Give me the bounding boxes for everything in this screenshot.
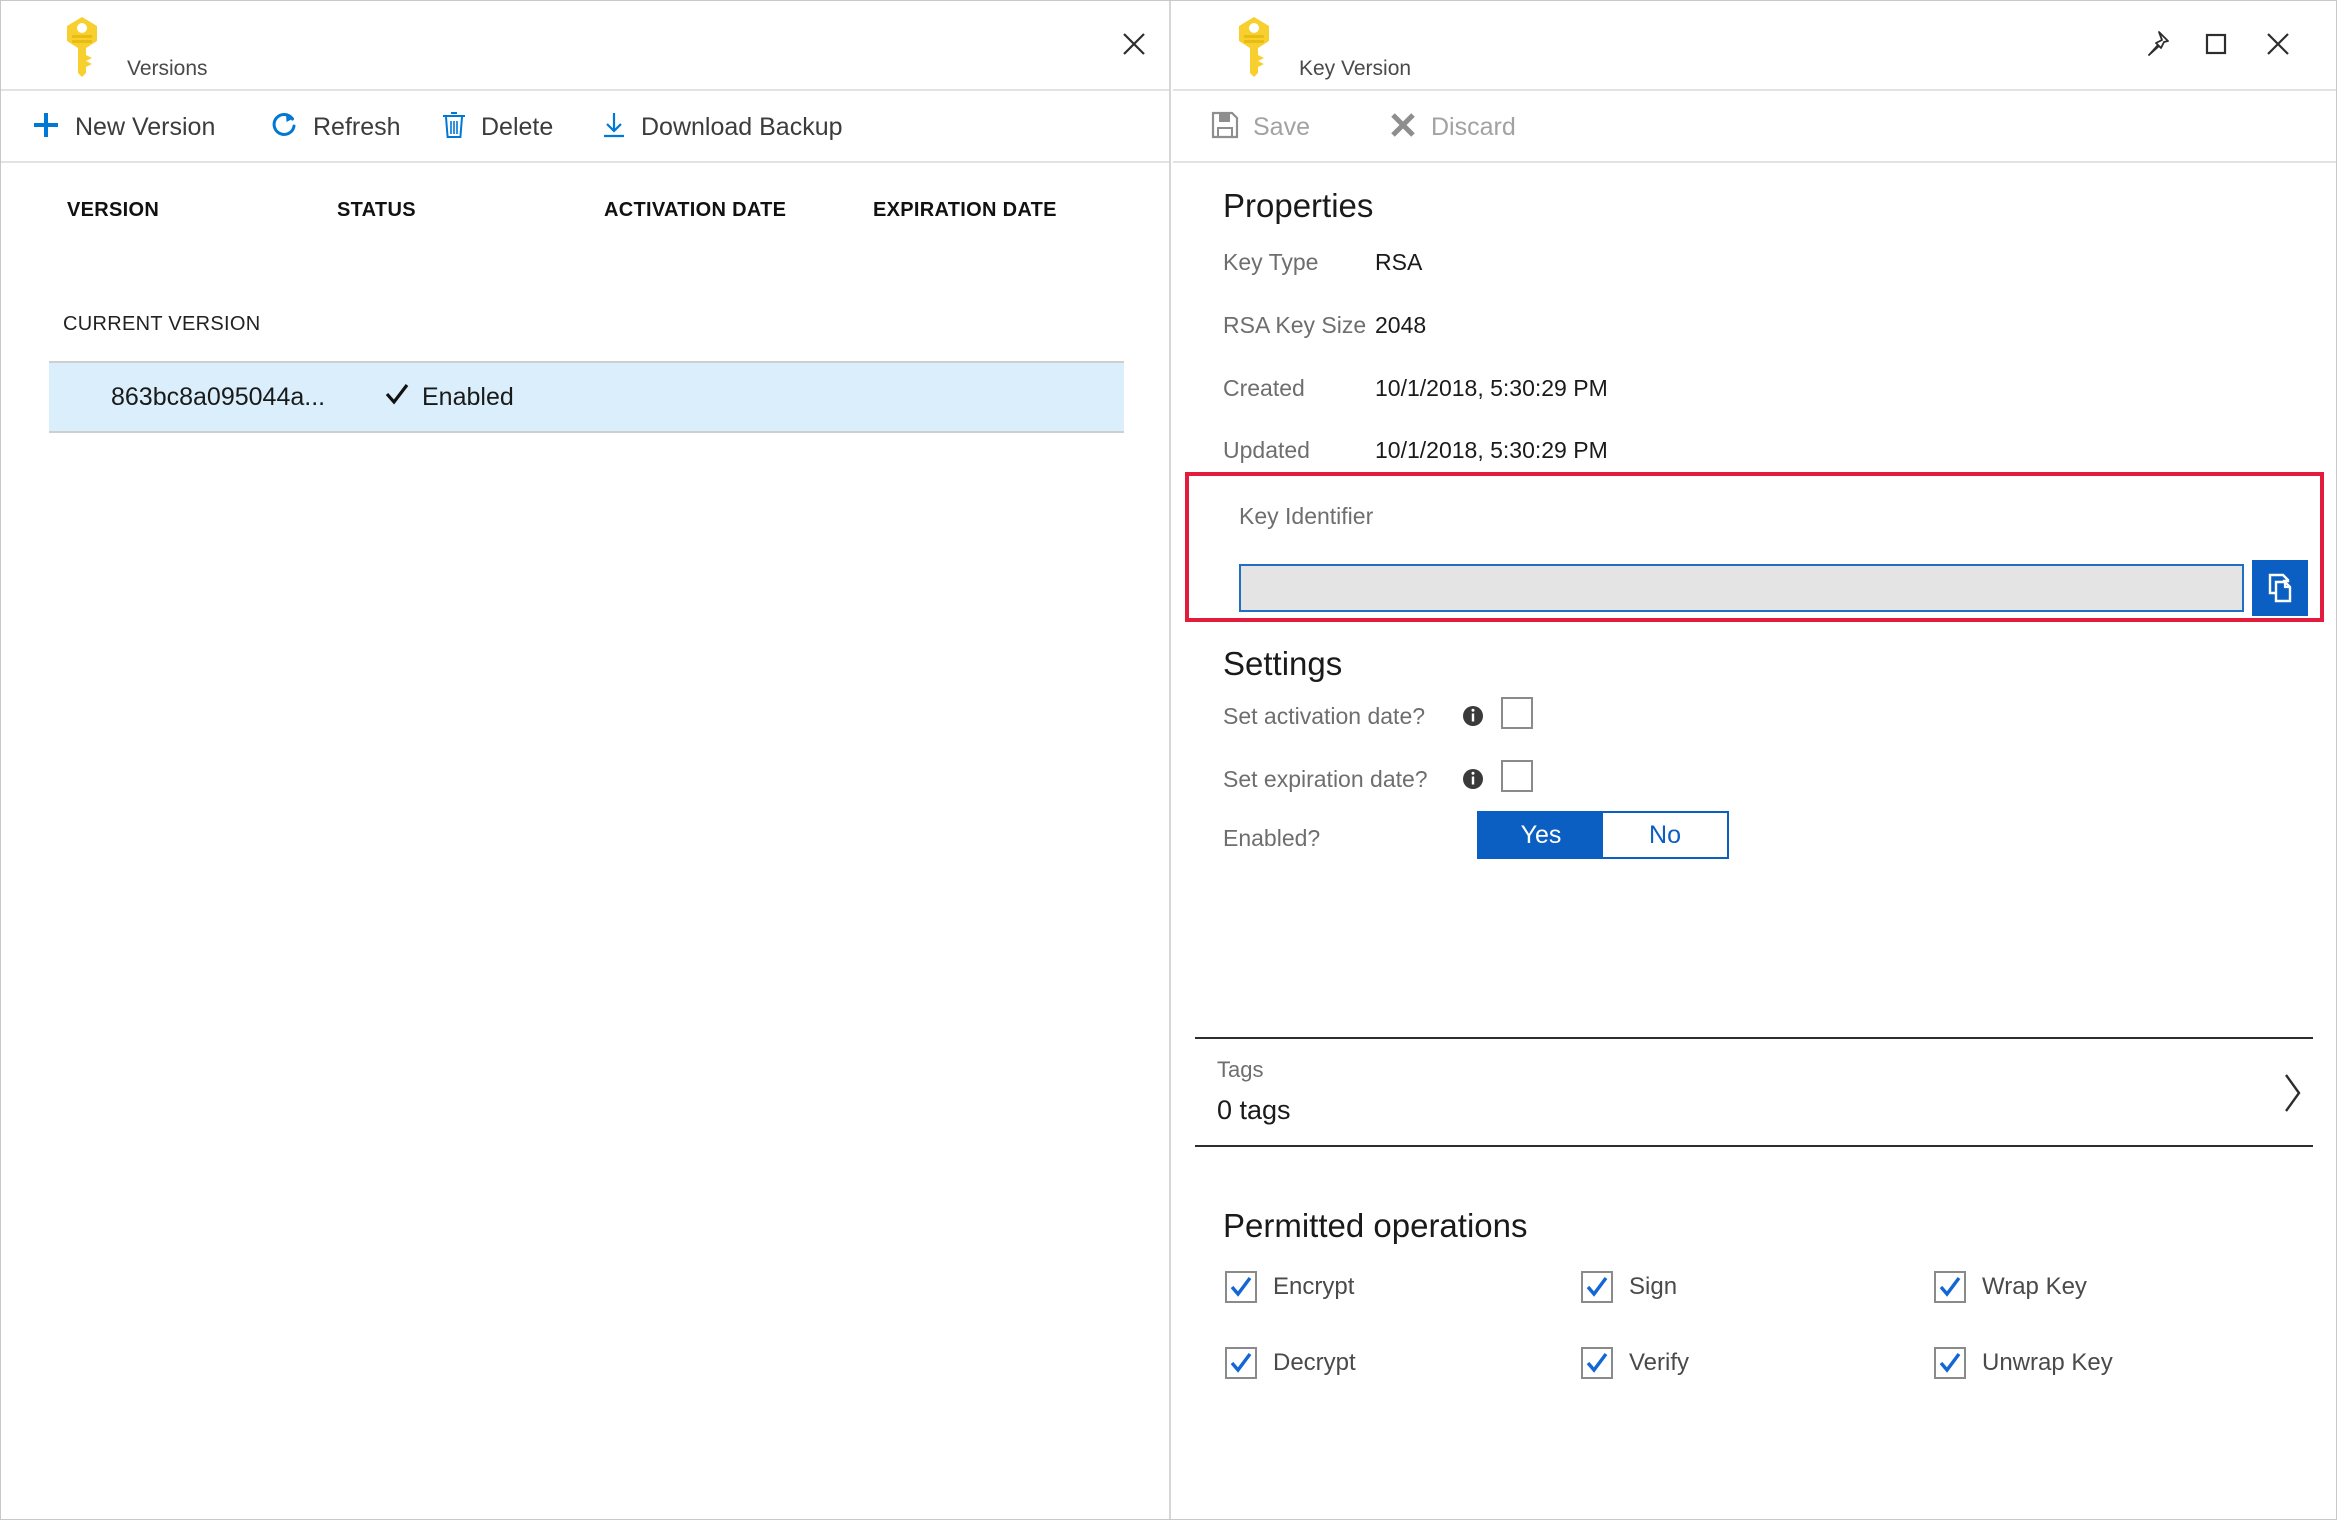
unwrap-key-label: Unwrap Key (1982, 1349, 2113, 1376)
azure-key-vault-screen: Versions New Version Refresh Delete Down… (0, 0, 2337, 1520)
set-expiration-date-label: Set expiration date? (1223, 766, 1428, 792)
created-label: Created (1223, 375, 1305, 401)
wrap-key-label: Wrap Key (1982, 1273, 2087, 1300)
save-button[interactable]: Save (1211, 105, 1310, 149)
decrypt-checkbox[interactable] (1225, 1347, 1257, 1379)
key-type-label: Key Type (1223, 249, 1319, 275)
permitted-op-wrap-key[interactable]: Wrap Key (1934, 1271, 2087, 1303)
key-icon (1231, 15, 1277, 84)
pin-icon[interactable] (2135, 23, 2177, 65)
copy-icon[interactable] (2252, 560, 2308, 616)
rsa-key-size-value: 2048 (1375, 312, 1427, 338)
enabled-toggle-no[interactable]: No (1603, 813, 1727, 857)
permitted-operations-heading: Permitted operations (1223, 1207, 1528, 1244)
plus-icon (31, 110, 61, 145)
versions-blade-title: Versions (127, 57, 208, 80)
versions-toolbar: New Version Refresh Delete Download Back… (1, 91, 1169, 163)
key-identifier-label: Key Identifier (1239, 503, 1374, 529)
encrypt-checkbox[interactable] (1225, 1271, 1257, 1303)
refresh-button[interactable]: Refresh (269, 105, 401, 149)
column-header-status[interactable]: STATUS (337, 199, 416, 222)
new-version-label: New Version (75, 112, 216, 141)
refresh-icon (269, 110, 299, 145)
delete-button[interactable]: Delete (441, 105, 553, 149)
tags-value: 0 tags (1217, 1095, 1291, 1125)
wrap-key-checkbox[interactable] (1934, 1271, 1966, 1303)
save-label: Save (1253, 112, 1310, 141)
permitted-op-sign[interactable]: Sign (1581, 1271, 1677, 1303)
check-icon (384, 381, 410, 414)
sign-checkbox[interactable] (1581, 1271, 1613, 1303)
key-type-value: RSA (1375, 249, 1423, 275)
versions-blade: Versions New Version Refresh Delete Down… (1, 1, 1171, 1519)
discard-icon (1389, 111, 1417, 144)
info-icon[interactable] (1461, 704, 1483, 726)
unwrap-key-checkbox[interactable] (1934, 1347, 1966, 1379)
row-version-value: 863bc8a095044a... (111, 382, 326, 411)
permitted-op-encrypt[interactable]: Encrypt (1225, 1271, 1354, 1303)
enabled-toggle[interactable]: Yes No (1477, 811, 1729, 859)
enabled-toggle-yes[interactable]: Yes (1479, 813, 1603, 857)
row-status-label: Enabled (422, 382, 514, 411)
table-row[interactable]: 863bc8a095044a... Enabled (49, 361, 1124, 433)
key-identifier-highlight-box: Key Identifier (1185, 472, 2324, 622)
trash-icon (441, 110, 467, 145)
encrypt-label: Encrypt (1273, 1273, 1355, 1300)
delete-label: Delete (481, 112, 554, 141)
row-status-cell: Enabled (384, 381, 514, 414)
tags-row[interactable]: Tags 0 tags (1195, 1045, 2313, 1141)
column-header-version[interactable]: VERSION (67, 199, 159, 222)
key-version-blade-title: Key Version (1299, 57, 1412, 80)
key-version-blade: Key Version Save Discard Properties Key … (1173, 1, 2336, 1519)
chevron-right-icon[interactable] (2279, 1071, 2305, 1120)
versions-blade-header: Versions (1, 1, 1169, 91)
save-icon (1211, 111, 1239, 144)
discard-button[interactable]: Discard (1389, 105, 1516, 149)
download-icon (601, 110, 627, 145)
column-header-expiration-date[interactable]: EXPIRATION DATE (873, 199, 1057, 222)
verify-label: Verify (1629, 1349, 1690, 1376)
versions-table-header: VERSION STATUS ACTIVATION DATE EXPIRATIO… (1, 199, 1169, 239)
rsa-key-size-label: RSA Key Size (1223, 312, 1367, 338)
column-header-activation-date[interactable]: ACTIVATION DATE (604, 199, 786, 222)
close-icon[interactable] (1113, 23, 1155, 65)
verify-checkbox[interactable] (1581, 1347, 1613, 1379)
key-version-blade-header: Key Version (1173, 1, 2336, 91)
key-identifier-input[interactable] (1239, 564, 2244, 612)
tags-divider-bottom (1195, 1145, 2313, 1147)
permitted-op-unwrap-key[interactable]: Unwrap Key (1934, 1347, 2113, 1379)
settings-heading: Settings (1223, 645, 1343, 682)
enabled-label: Enabled? (1223, 825, 1321, 851)
updated-value: 10/1/2018, 5:30:29 PM (1375, 437, 1608, 463)
tags-divider-top (1195, 1037, 2313, 1039)
decrypt-label: Decrypt (1273, 1349, 1356, 1376)
new-version-button[interactable]: New Version (31, 105, 215, 149)
set-expiration-date-checkbox[interactable] (1501, 760, 1533, 792)
permitted-op-verify[interactable]: Verify (1581, 1347, 1689, 1379)
info-icon[interactable] (1461, 767, 1483, 789)
key-version-content: Properties Key Type RSA RSA Key Size 204… (1173, 165, 2336, 1519)
maximize-icon[interactable] (2195, 23, 2237, 65)
set-activation-date-checkbox[interactable] (1501, 697, 1533, 729)
download-backup-label: Download Backup (641, 112, 843, 141)
current-version-group-label: CURRENT VERSION (63, 313, 261, 335)
key-version-toolbar: Save Discard (1173, 91, 2336, 163)
download-backup-button[interactable]: Download Backup (601, 105, 843, 149)
created-value: 10/1/2018, 5:30:29 PM (1375, 375, 1608, 401)
permitted-op-decrypt[interactable]: Decrypt (1225, 1347, 1356, 1379)
updated-label: Updated (1223, 437, 1310, 463)
tags-caption: Tags (1217, 1057, 1264, 1082)
close-icon[interactable] (2257, 23, 2299, 65)
key-icon (59, 15, 105, 84)
refresh-label: Refresh (313, 112, 401, 141)
sign-label: Sign (1629, 1273, 1678, 1300)
discard-label: Discard (1431, 112, 1516, 141)
set-activation-date-label: Set activation date? (1223, 703, 1426, 729)
properties-heading: Properties (1223, 187, 1374, 224)
